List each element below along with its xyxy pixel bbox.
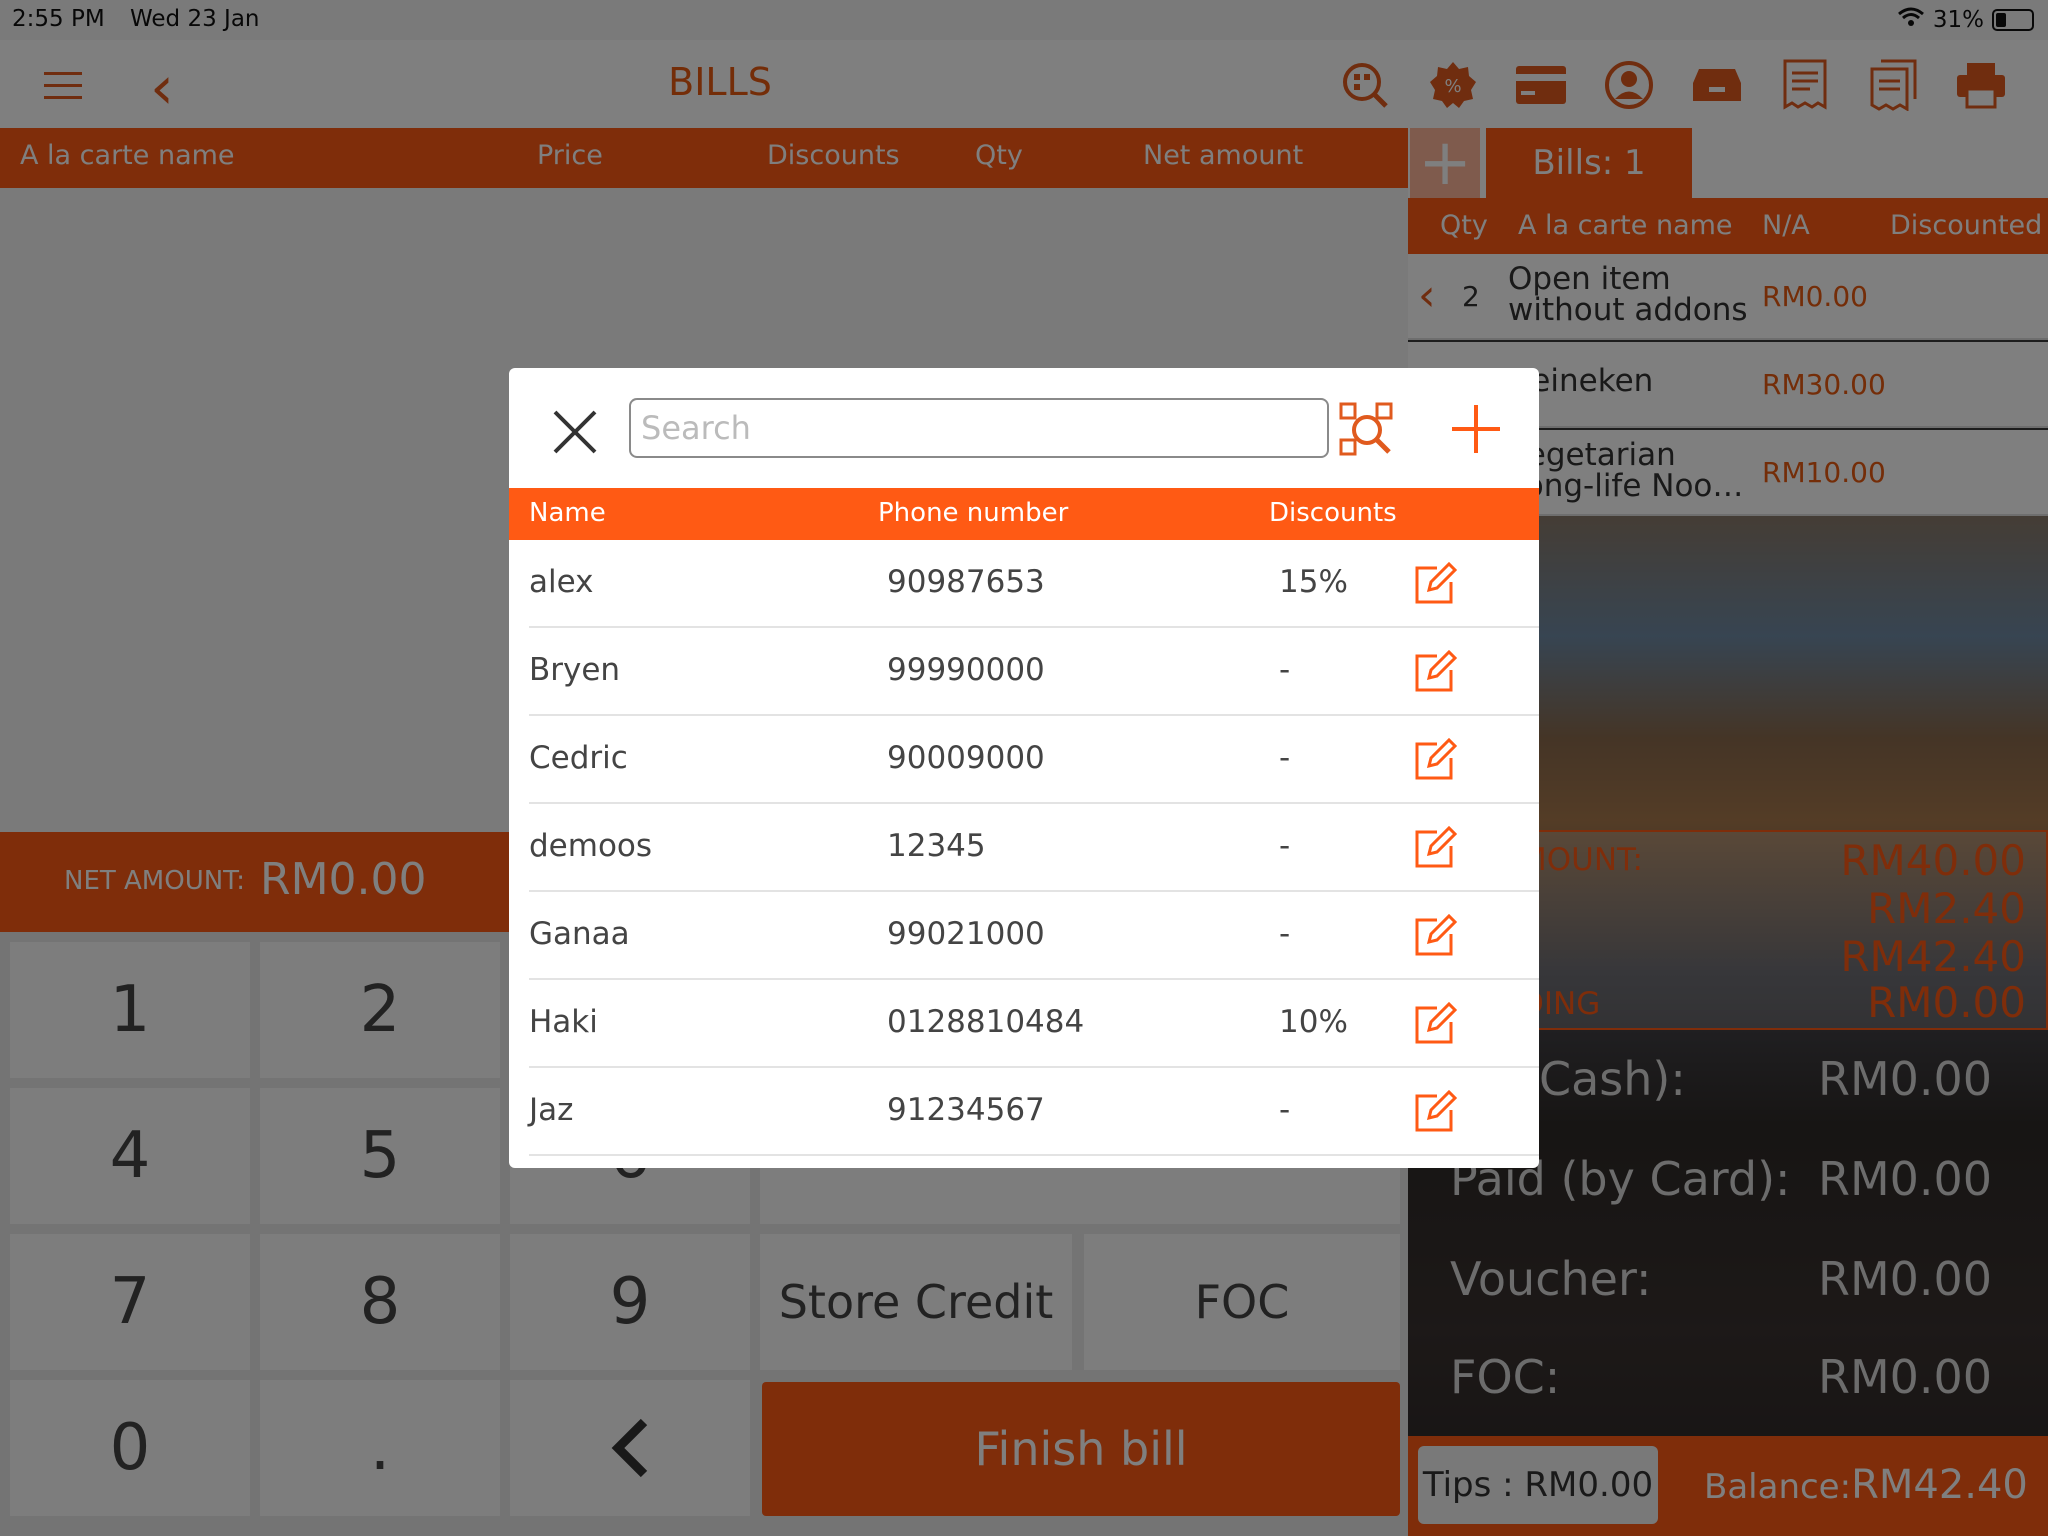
customer-phone: 91234567 xyxy=(887,1092,1045,1128)
customer-row[interactable]: Ganaa 99021000 - xyxy=(529,892,1539,980)
customer-name: Bryen xyxy=(529,652,621,688)
customer-name: alex xyxy=(529,564,594,600)
customer-discount: - xyxy=(1279,652,1291,688)
col-phone-number: Phone number xyxy=(878,498,1069,528)
customer-row[interactable]: demoos 12345 - xyxy=(529,804,1539,892)
customer-row[interactable]: Cedric 90009000 - xyxy=(529,716,1539,804)
edit-icon[interactable] xyxy=(1413,825,1458,870)
edit-icon[interactable] xyxy=(1413,649,1458,694)
close-icon[interactable] xyxy=(549,406,601,458)
edit-icon[interactable] xyxy=(1413,1001,1458,1046)
customer-table-header: Name Phone number Discounts xyxy=(509,488,1539,540)
customer-phone: 90987653 xyxy=(887,564,1045,600)
customer-name: Haki xyxy=(529,1004,598,1040)
customer-discount: 10% xyxy=(1279,1004,1348,1040)
customer-phone: 0128810484 xyxy=(887,1004,1085,1040)
customer-picker-modal: Name Phone number Discounts alex 9098765… xyxy=(509,368,1539,1168)
customer-phone: 12345 xyxy=(887,828,986,864)
customer-row[interactable]: Jaz 91234567 - xyxy=(529,1068,1539,1156)
edit-icon[interactable] xyxy=(1413,737,1458,782)
edit-icon[interactable] xyxy=(1413,913,1458,958)
customer-phone: 99990000 xyxy=(887,652,1045,688)
customer-row[interactable]: alex 90987653 15% xyxy=(529,540,1539,628)
customer-phone: 90009000 xyxy=(887,740,1045,776)
qr-scan-icon[interactable] xyxy=(1339,402,1393,456)
edit-icon[interactable] xyxy=(1413,561,1458,606)
customer-name: Cedric xyxy=(529,740,628,776)
col-customer-name: Name xyxy=(529,498,606,528)
customer-discount: 15% xyxy=(1279,564,1348,600)
customer-row[interactable]: Haki 0128810484 10% xyxy=(529,980,1539,1068)
customer-row[interactable]: Bryen 99990000 - xyxy=(529,628,1539,716)
customer-name: Jaz xyxy=(529,1092,574,1128)
customer-phone: 99021000 xyxy=(887,916,1045,952)
add-customer-icon[interactable] xyxy=(1449,402,1503,456)
customer-discount: - xyxy=(1279,1092,1291,1128)
customer-name: Ganaa xyxy=(529,916,630,952)
customer-name: demoos xyxy=(529,828,653,864)
customer-discount: - xyxy=(1279,916,1291,952)
customer-discount: - xyxy=(1279,740,1291,776)
edit-icon[interactable] xyxy=(1413,1089,1458,1134)
col-customer-discounts: Discounts xyxy=(1269,498,1397,528)
customer-discount: - xyxy=(1279,828,1291,864)
search-input[interactable] xyxy=(629,398,1329,458)
